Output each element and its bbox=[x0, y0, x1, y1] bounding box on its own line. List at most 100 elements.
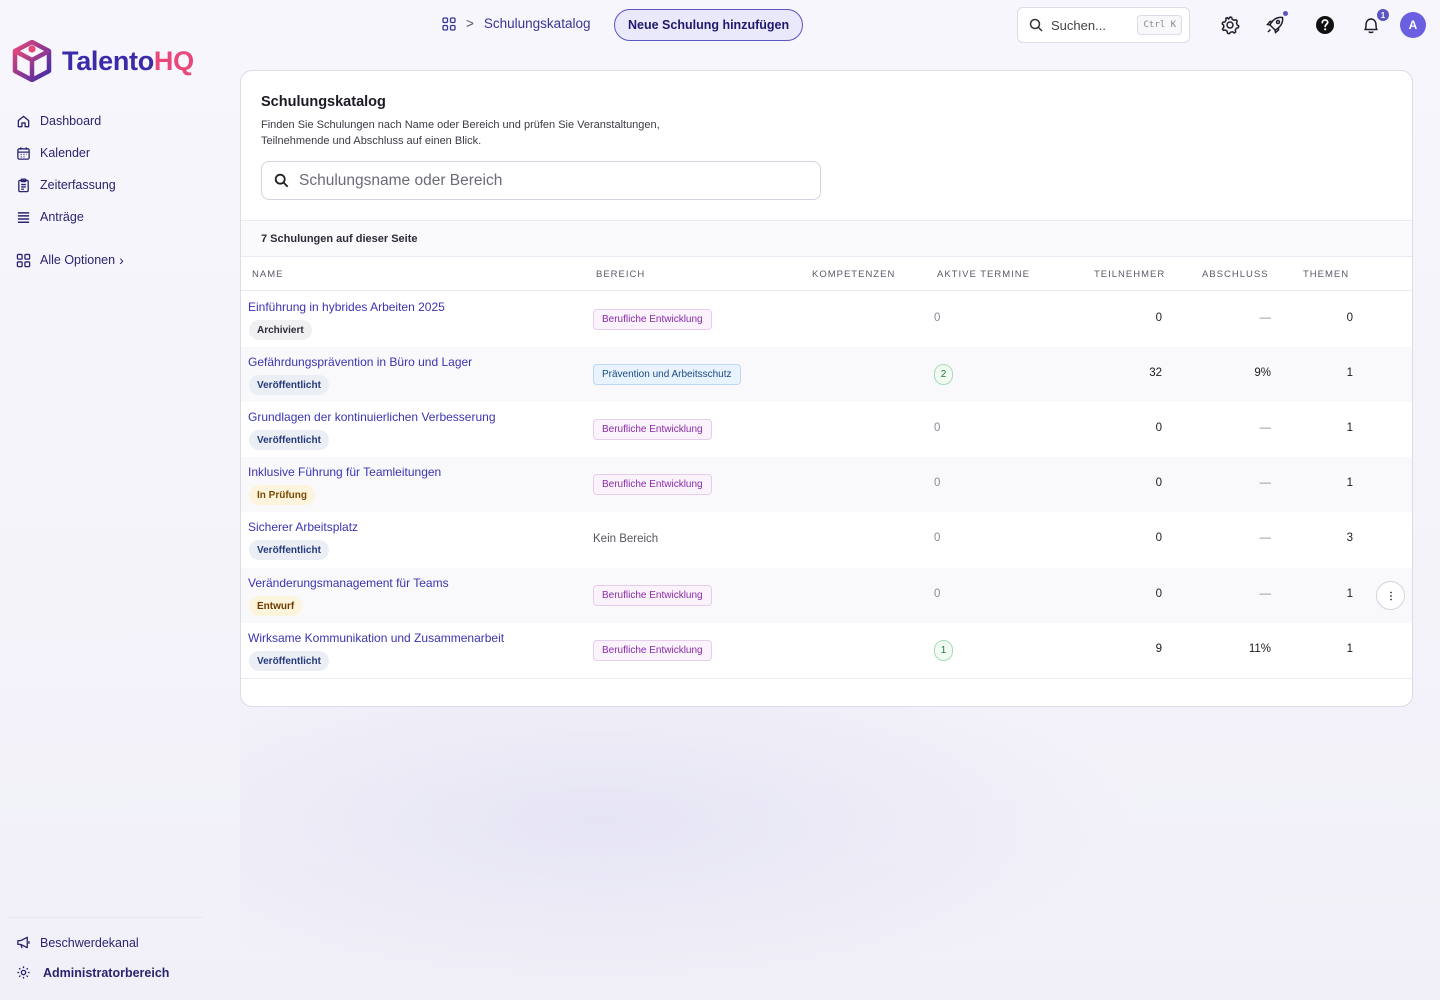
completion-rate: — bbox=[1259, 588, 1272, 600]
sidebar-item-dashboard[interactable]: Dashboard bbox=[16, 110, 206, 132]
home-icon bbox=[17, 115, 30, 127]
training-name-link[interactable]: Grundlagen der kontinuierlichen Verbesse… bbox=[248, 410, 496, 424]
page-description: Finden Sie Schulungen nach Name oder Ber… bbox=[261, 119, 660, 147]
training-name-link[interactable]: Wirksame Kommunikation und Zusammenarbei… bbox=[248, 631, 504, 645]
rocket-icon bbox=[1266, 16, 1284, 34]
area-tag: Berufliche Entwicklung bbox=[593, 474, 712, 495]
apps-grid-icon[interactable] bbox=[442, 16, 456, 31]
training-name-link[interactable]: Einführung in hybrides Arbeiten 2025 bbox=[248, 300, 445, 314]
notifications-button[interactable]: 1 bbox=[1360, 9, 1389, 36]
status-badge: Veröffentlicht bbox=[249, 651, 329, 671]
status-badge: Archiviert bbox=[249, 320, 312, 340]
participants-count: 9 bbox=[1155, 643, 1162, 655]
area-text: Kein Bereich bbox=[593, 533, 659, 545]
row-actions-button[interactable] bbox=[1376, 581, 1405, 610]
participants-count: 0 bbox=[1155, 588, 1162, 600]
column-header-bereich[interactable]: Bereich bbox=[596, 269, 645, 280]
sidebar-item-zeiterfassung[interactable]: Zeiterfassung bbox=[16, 174, 206, 196]
completion-rate: — bbox=[1259, 312, 1272, 324]
table-header: Name Bereich Kompetenzen Aktive Termine … bbox=[241, 257, 1412, 291]
sidebar-item-label: Administratorbereich bbox=[43, 965, 170, 980]
chevron-right-icon: › bbox=[119, 252, 124, 268]
training-catalog-card: Schulungskatalog Finden Sie Schulungen n… bbox=[240, 70, 1413, 707]
area-tag: Prävention und Arbeitsschutz bbox=[593, 364, 741, 385]
table-row[interactable]: Wirksame Kommunikation und Zusammenarbei… bbox=[241, 623, 1412, 678]
logo-cube-icon bbox=[12, 40, 52, 82]
training-search-input[interactable] bbox=[299, 171, 799, 190]
table-bottom-divider bbox=[241, 678, 1412, 679]
sidebar-item-alle-optionen[interactable]: Alle Optionen › bbox=[16, 249, 206, 271]
column-header-aktive-termine[interactable]: Aktive Termine bbox=[937, 269, 1030, 280]
column-header-abschluss[interactable]: Abschluss bbox=[1202, 269, 1269, 280]
active-sessions-count: 0 bbox=[934, 532, 941, 544]
page-title: Schulungskatalog bbox=[261, 94, 386, 110]
background-glow bbox=[240, 700, 1140, 1000]
column-header-name[interactable]: Name bbox=[252, 269, 283, 280]
active-sessions-badge[interactable]: 1 bbox=[934, 640, 953, 661]
table-row[interactable]: Gefährdungsprävention in Büro und Lager … bbox=[241, 347, 1412, 402]
topics-count: 1 bbox=[1346, 588, 1353, 600]
help-button[interactable] bbox=[1314, 14, 1336, 36]
topics-count: 0 bbox=[1346, 312, 1353, 324]
brand-logo[interactable]: TalentoHQ bbox=[12, 40, 194, 82]
search-icon bbox=[1029, 18, 1043, 32]
table-row[interactable]: Inklusive Führung für Teamleitungen In P… bbox=[241, 457, 1412, 512]
brand-name: TalentoHQ bbox=[62, 45, 194, 76]
table-row[interactable]: Veränderungsmanagement für Teams Entwurf… bbox=[241, 568, 1412, 623]
training-name-link[interactable]: Inklusive Führung für Teamleitungen bbox=[248, 465, 441, 479]
active-sessions-count: 0 bbox=[934, 588, 941, 600]
active-sessions-count: 0 bbox=[934, 422, 941, 434]
sidebar-item-kalender[interactable]: Kalender bbox=[16, 142, 206, 164]
status-badge: In Prüfung bbox=[249, 485, 315, 505]
training-name-link[interactable]: Sicherer Arbeitsplatz bbox=[248, 520, 358, 534]
breadcrumb-current[interactable]: Schulungskatalog bbox=[484, 16, 591, 31]
area-tag: Berufliche Entwicklung bbox=[593, 419, 712, 440]
topics-count: 1 bbox=[1346, 643, 1353, 655]
settings-button[interactable] bbox=[1219, 14, 1241, 36]
topics-count: 1 bbox=[1346, 367, 1353, 379]
table-row[interactable]: Grundlagen der kontinuierlichen Verbesse… bbox=[241, 402, 1412, 457]
search-icon bbox=[274, 173, 289, 188]
area-tag: Berufliche Entwicklung bbox=[593, 640, 712, 661]
table-row[interactable]: Sicherer Arbeitsplatz Veröffentlicht Kei… bbox=[241, 512, 1412, 567]
sidebar-item-beschwerdekanal[interactable]: Beschwerdekanal bbox=[16, 935, 206, 950]
sidebar-divider bbox=[8, 917, 203, 918]
result-count: 7 Schulungen auf dieser Seite bbox=[241, 220, 1412, 257]
notification-count-badge: 1 bbox=[1377, 9, 1389, 21]
sidebar-item-administratorbereich[interactable]: Administratorbereich bbox=[16, 965, 206, 980]
training-search-box[interactable] bbox=[261, 161, 821, 200]
column-header-themen[interactable]: Themen bbox=[1303, 269, 1349, 280]
completion-rate: — bbox=[1259, 532, 1272, 544]
participants-count: 32 bbox=[1149, 367, 1162, 379]
status-badge: Veröffentlicht bbox=[249, 375, 329, 395]
megaphone-icon bbox=[17, 936, 30, 949]
sidebar-nav: Dashboard Kalender Zeiterfassung Anträge… bbox=[16, 110, 206, 281]
topics-count: 3 bbox=[1346, 532, 1353, 544]
add-training-button[interactable]: Neue Schulung hinzufügen bbox=[614, 9, 804, 41]
area-tag: Berufliche Entwicklung bbox=[593, 585, 712, 606]
breadcrumb-separator: > bbox=[466, 16, 474, 31]
area-tag: Berufliche Entwicklung bbox=[593, 309, 712, 330]
sidebar-item-label: Dashboard bbox=[40, 114, 102, 128]
avatar[interactable]: A bbox=[1400, 12, 1426, 38]
whats-new-button[interactable] bbox=[1264, 11, 1288, 36]
grid-icon bbox=[16, 253, 31, 267]
status-badge: Veröffentlicht bbox=[249, 540, 329, 560]
status-badge: Entwurf bbox=[249, 596, 303, 616]
gear-icon bbox=[17, 966, 30, 979]
table-row[interactable]: Einführung in hybrides Arbeiten 2025 Arc… bbox=[241, 292, 1412, 347]
keyboard-shortcut-hint: Ctrl K bbox=[1137, 15, 1182, 35]
training-name-link[interactable]: Gefährdungsprävention in Büro und Lager bbox=[248, 355, 472, 369]
participants-count: 0 bbox=[1155, 422, 1162, 434]
topics-count: 1 bbox=[1346, 477, 1353, 489]
sidebar-item-antraege[interactable]: Anträge bbox=[16, 206, 206, 228]
active-sessions-badge[interactable]: 2 bbox=[934, 364, 953, 385]
completion-rate: — bbox=[1259, 422, 1272, 434]
sidebar-item-label: Beschwerdekanal bbox=[40, 935, 139, 950]
training-name-link[interactable]: Veränderungsmanagement für Teams bbox=[248, 576, 449, 590]
column-header-kompetenzen[interactable]: Kompetenzen bbox=[812, 269, 895, 280]
global-search[interactable]: Suchen... Ctrl K bbox=[1017, 7, 1190, 43]
status-badge: Veröffentlicht bbox=[249, 430, 329, 450]
column-header-teilnehmer[interactable]: Teilnehmer bbox=[1094, 269, 1165, 280]
list-icon bbox=[17, 211, 30, 223]
